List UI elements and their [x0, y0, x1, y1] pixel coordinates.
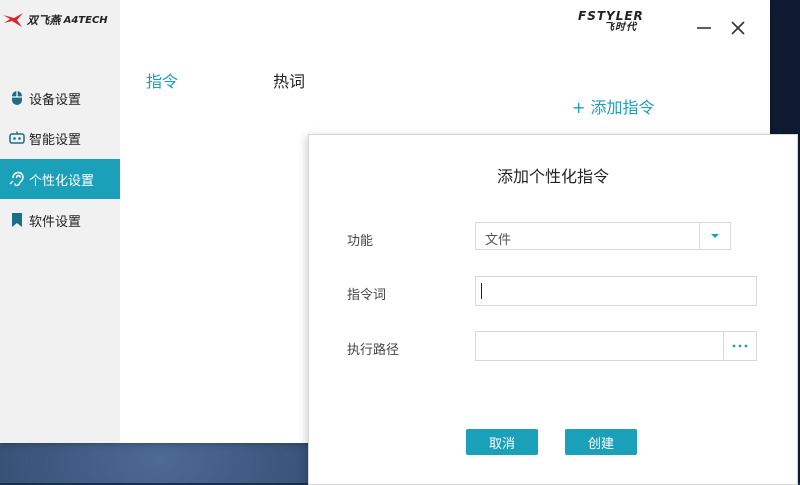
bookmark-icon	[9, 212, 25, 228]
logo-text: FSTYLER	[578, 9, 644, 23]
brand-sub: A4TECH	[63, 14, 108, 26]
close-button[interactable]	[728, 18, 748, 38]
minimize-icon	[697, 27, 711, 29]
dialog-title: 添加个性化指令	[496, 167, 609, 186]
tab-hotword[interactable]: 热词	[273, 68, 305, 92]
add-personal-command-dialog: 添加个性化指令 功能 文件 指令词 执行路径 取消 创建	[308, 134, 798, 485]
sidebar-item-software-settings[interactable]: 软件设置	[0, 200, 120, 240]
minimize-button[interactable]	[694, 18, 714, 38]
text-caret	[481, 283, 482, 299]
sidebar-item-smart-settings[interactable]: 智能设置	[0, 118, 120, 158]
add-command-button[interactable]: + 添加指令	[572, 94, 655, 118]
logo-subtext: 飞时代	[604, 22, 637, 33]
brand-name: 双飞燕	[27, 14, 61, 27]
path-input[interactable]	[475, 331, 723, 361]
keyword-label: 指令词	[347, 288, 387, 303]
function-select[interactable]: 文件	[475, 222, 731, 250]
sidebar-item-label: 软件设置	[29, 214, 82, 230]
sidebar: 双飞燕 A4TECH 设备设置 智能设置 个性化设置 软件设置	[0, 0, 120, 443]
sidebar-item-label: 智能设置	[29, 132, 82, 148]
keyword-input[interactable]	[475, 276, 757, 306]
sidebar-item-label: 个性化设置	[29, 173, 95, 189]
create-button[interactable]: 创建	[565, 429, 637, 455]
browse-button[interactable]	[723, 331, 757, 361]
tab-command[interactable]: 指令	[146, 68, 178, 92]
mouse-icon	[9, 90, 25, 106]
sidebar-item-personalization[interactable]: 个性化设置	[0, 159, 120, 199]
sidebar-item-label: 设备设置	[29, 92, 82, 108]
swallow-logo-icon	[3, 13, 23, 27]
fstyler-logo: FSTYLER 飞时代	[578, 10, 678, 34]
cancel-button[interactable]: 取消	[466, 429, 538, 455]
function-label: 功能	[347, 234, 374, 249]
sidebar-item-device-settings[interactable]: 设备设置	[0, 78, 120, 118]
ellipsis-icon	[732, 344, 748, 348]
brand-logo: 双飞燕 A4TECH	[2, 10, 108, 30]
smart-icon	[9, 130, 25, 146]
close-icon	[731, 21, 745, 35]
path-label: 执行路径	[347, 343, 400, 358]
hearing-icon	[9, 171, 25, 187]
chevron-down-icon[interactable]	[699, 223, 730, 249]
function-select-value: 文件	[485, 233, 512, 248]
